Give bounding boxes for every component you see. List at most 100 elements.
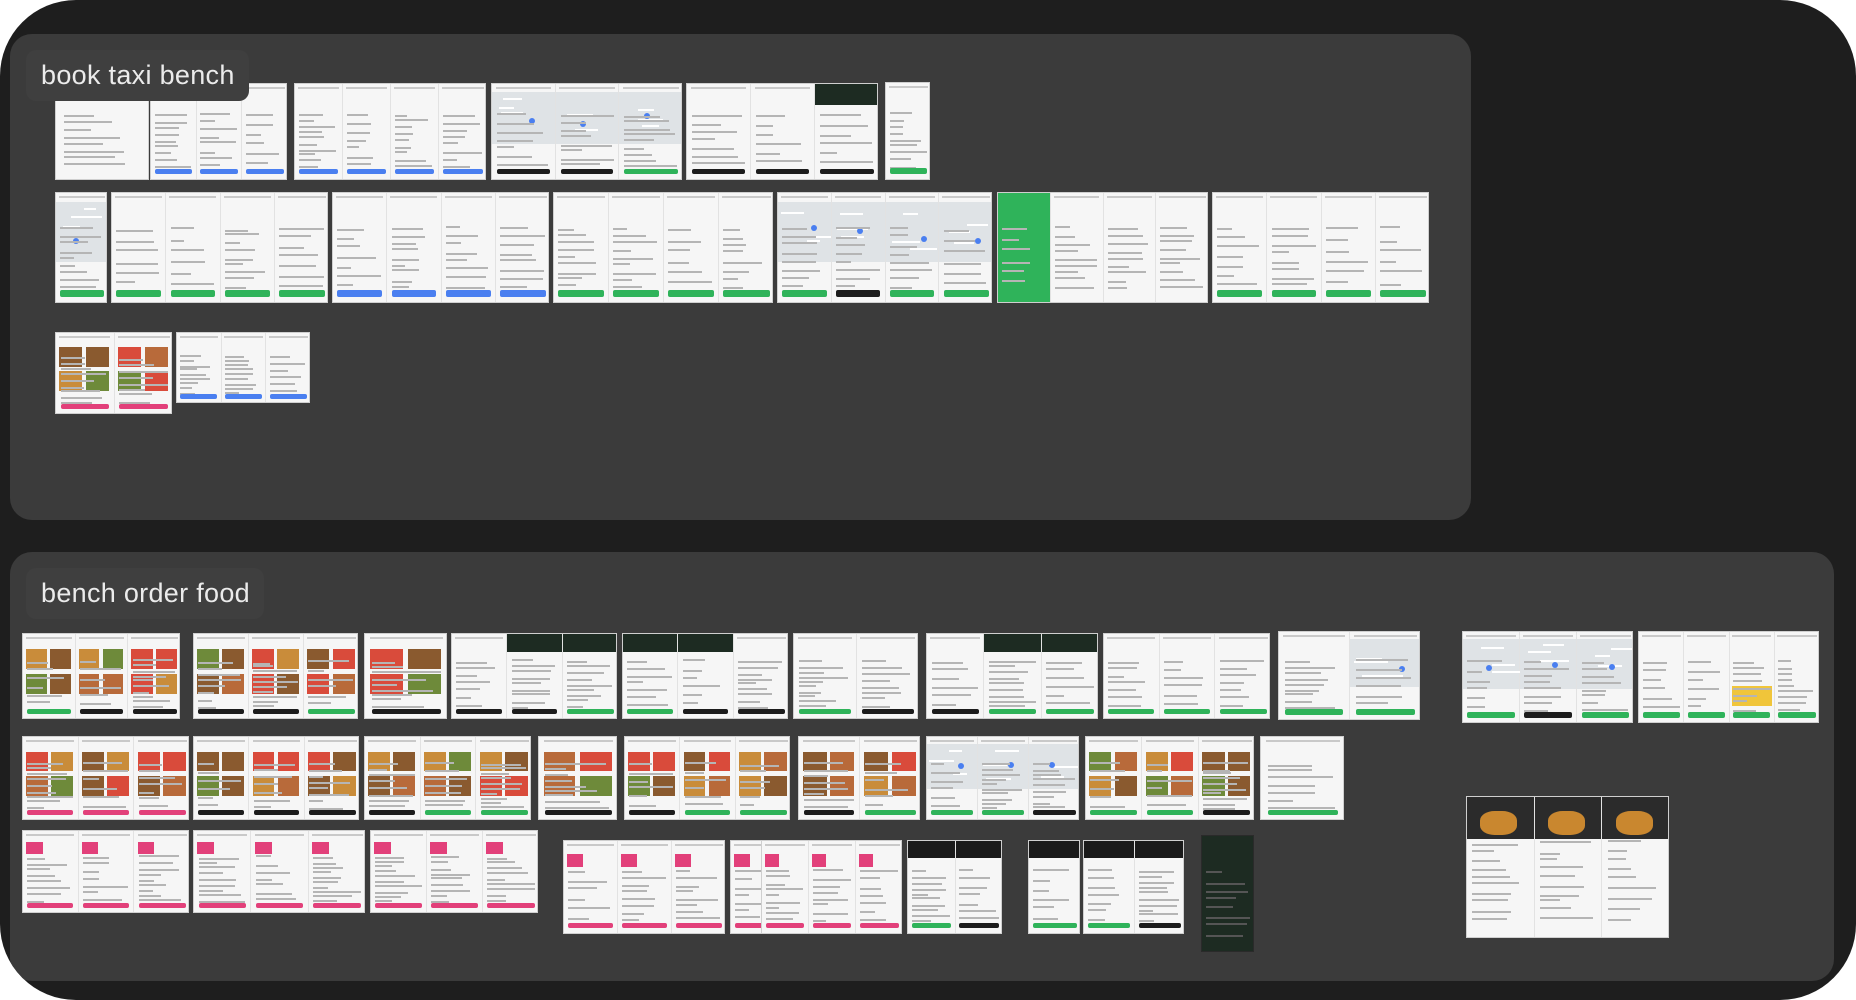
text-line <box>1046 685 1095 688</box>
taxi-screen-frame-14[interactable] <box>55 332 172 414</box>
food-screen-frame-5[interactable] <box>622 633 788 719</box>
food-screen-frame-7[interactable] <box>926 633 1098 719</box>
app-screen-thumbnail <box>442 193 496 302</box>
food-photo <box>580 751 612 772</box>
text-line <box>740 787 766 790</box>
text-line <box>1524 681 1551 684</box>
food-screen-frame-21[interactable] <box>22 830 189 913</box>
food-photo <box>197 649 219 670</box>
text-line <box>782 269 820 272</box>
text-line <box>83 898 123 901</box>
text-line <box>1581 681 1621 684</box>
text-line <box>60 286 96 289</box>
food-screen-frame-19[interactable] <box>1085 736 1254 820</box>
food-screen-frame-29[interactable] <box>1083 840 1184 934</box>
taxi-screen-frame-7[interactable] <box>55 192 107 303</box>
text-line <box>309 775 324 778</box>
food-screen-frame-4[interactable] <box>451 633 617 719</box>
app-screen-thumbnail <box>128 634 179 718</box>
food-screen-frame-18[interactable] <box>926 736 1079 820</box>
text-line <box>1164 695 1197 698</box>
food-screen-frame-13[interactable] <box>193 736 359 820</box>
text-line <box>170 227 194 230</box>
text-line <box>313 857 334 860</box>
text-line <box>613 286 642 289</box>
text-line <box>988 704 1025 707</box>
text-line <box>1164 668 1182 671</box>
taxi-screen-frame-13[interactable] <box>1212 192 1429 303</box>
text-line <box>624 128 671 131</box>
app-screen-thumbnail <box>1160 634 1216 718</box>
food-screen-frame-12[interactable] <box>22 736 189 820</box>
cta-button <box>1087 922 1130 929</box>
taxi-screen-frame-6[interactable] <box>885 82 930 180</box>
text-line <box>1687 679 1704 682</box>
food-screen-frame-20[interactable] <box>1260 736 1344 820</box>
text-line <box>1642 697 1673 700</box>
food-screen-frame-10[interactable] <box>1462 631 1633 723</box>
text-line <box>1138 919 1154 922</box>
figma-canvas[interactable]: book taxi bench bench order food <box>0 0 1856 1000</box>
app-screen-thumbnail <box>857 634 918 718</box>
taxi-screen-frame-9[interactable] <box>332 192 549 303</box>
status-bar <box>26 637 72 639</box>
food-screen-frame-31[interactable] <box>1466 796 1669 938</box>
food-screen-frame-1[interactable] <box>22 633 180 719</box>
section-label-food[interactable]: bench order food <box>26 568 264 619</box>
food-screen-frame-2[interactable] <box>193 633 358 719</box>
taxi-screen-frame-10[interactable] <box>553 192 773 303</box>
food-screen-frame-8[interactable] <box>1103 633 1270 719</box>
text-line <box>83 778 100 781</box>
food-screen-frame-26[interactable] <box>761 840 902 934</box>
text-line <box>480 788 521 791</box>
text-line <box>682 684 720 687</box>
taxi-screen-frame-15[interactable] <box>176 332 310 403</box>
food-screen-frame-3[interactable] <box>364 633 447 719</box>
food-screen-frame-30[interactable] <box>1201 835 1254 952</box>
food-screen-frame-24[interactable] <box>563 840 725 934</box>
food-photo <box>49 649 71 670</box>
text-line <box>225 372 253 375</box>
taxi-screen-frame-11[interactable] <box>777 192 992 303</box>
food-screen-frame-15[interactable] <box>538 736 617 820</box>
text-line <box>337 275 382 278</box>
food-screen-frame-9[interactable] <box>1278 631 1420 720</box>
text-line <box>1642 668 1666 671</box>
section-label-taxi[interactable]: book taxi bench <box>26 50 249 101</box>
cta-button <box>613 290 659 297</box>
taxi-screen-frame-8[interactable] <box>111 192 328 303</box>
food-screen-frame-23[interactable] <box>370 830 538 913</box>
food-screen-frame-28[interactable] <box>1028 840 1080 934</box>
text-line <box>820 160 873 163</box>
text-line <box>684 762 717 765</box>
food-screen-frame-14[interactable] <box>364 736 531 820</box>
food-screen-frame-16[interactable] <box>624 736 790 820</box>
text-line <box>1002 262 1031 265</box>
cta-button <box>394 168 435 175</box>
text-line <box>723 270 749 273</box>
text-line <box>431 890 471 893</box>
taxi-screen-frame-12[interactable] <box>997 192 1208 303</box>
text-line <box>60 235 101 238</box>
food-screen-frame-22[interactable] <box>193 830 365 913</box>
text-line <box>1107 227 1139 230</box>
text-line <box>487 879 506 882</box>
cta-button <box>1355 709 1416 715</box>
text-line <box>511 670 551 673</box>
app-screen-thumbnail <box>194 634 249 718</box>
food-screen-frame-17[interactable] <box>798 736 920 820</box>
taxi-screen-frame-5[interactable] <box>686 83 878 180</box>
food-screen-frame-11[interactable] <box>1638 631 1819 723</box>
text-line <box>740 804 755 807</box>
text-line <box>138 783 182 786</box>
status-bar <box>252 740 301 742</box>
food-screen-frame-6[interactable] <box>793 633 918 719</box>
text-line <box>255 864 279 867</box>
taxi-screen-frame-4[interactable] <box>491 83 682 180</box>
text-line <box>60 271 87 274</box>
cta-button <box>224 290 270 297</box>
status-bar <box>683 740 732 742</box>
text-line <box>431 877 463 880</box>
taxi-screen-frame-3[interactable] <box>294 83 486 180</box>
food-screen-frame-27[interactable] <box>907 840 1002 934</box>
